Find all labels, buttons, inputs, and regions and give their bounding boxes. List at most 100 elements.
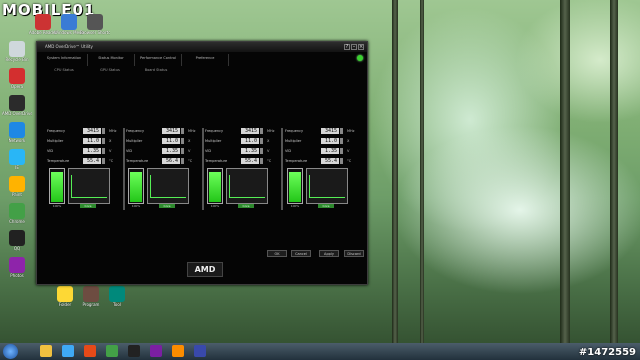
load-meter	[207, 168, 223, 204]
tab-system-information[interactable]: System Information	[41, 54, 88, 66]
taskbar-app-icon[interactable]	[150, 345, 162, 357]
spinner-icon[interactable]	[260, 148, 263, 154]
stat-value[interactable]: 55.4	[241, 158, 259, 164]
taskbar-app-icon[interactable]	[106, 345, 118, 357]
spinner-icon[interactable]	[102, 148, 105, 154]
spinner-icon[interactable]	[181, 148, 184, 154]
stat-value[interactable]: 1.35	[162, 148, 180, 154]
stat-value[interactable]: 11.0	[83, 138, 101, 144]
stat-label: Multiplier	[285, 139, 302, 143]
status-indicator	[357, 55, 363, 61]
tab-performance-control[interactable]: Performance Control	[135, 54, 182, 66]
desktop-icon[interactable]: QQ	[2, 230, 32, 251]
load-meter-fill	[130, 171, 142, 202]
taskbar-app-icon[interactable]	[172, 345, 184, 357]
stat-value[interactable]: 11.0	[162, 138, 180, 144]
desktop-icon[interactable]: AMD OverDrive	[2, 95, 32, 116]
taskbar-app-icon[interactable]	[84, 345, 96, 357]
tab-preference[interactable]: Preference	[182, 54, 229, 66]
stat-label: VID	[47, 149, 54, 153]
desktop-icon[interactable]: Photos	[2, 257, 32, 278]
desktop-icon[interactable]: Tool	[102, 286, 132, 307]
stat-value[interactable]: 56.4	[162, 158, 180, 164]
stat-row: Multiplier 11.0 X	[126, 138, 202, 145]
desktop-icon-label: Chrome	[9, 219, 25, 224]
stat-label: Frequency	[126, 129, 145, 133]
tab-status-monitor[interactable]: Status Monitor	[88, 54, 135, 66]
spinner-icon[interactable]	[340, 158, 343, 164]
taskbar-app-icon[interactable]	[128, 345, 140, 357]
minimize-icon[interactable]: –	[351, 44, 357, 50]
taskbar-app-icon[interactable]	[40, 345, 52, 357]
stat-value[interactable]: 55.4	[321, 158, 339, 164]
taskbar-app-icon[interactable]	[62, 345, 74, 357]
app-icon	[83, 286, 99, 302]
stat-value[interactable]: 11.0	[241, 138, 259, 144]
desktop-icon[interactable]: Opera	[2, 68, 32, 89]
app-icon	[9, 257, 25, 273]
stat-value[interactable]: 55.4	[83, 158, 101, 164]
app-icon	[87, 14, 103, 30]
apply-button[interactable]: Apply	[319, 250, 339, 257]
desktop-icon[interactable]: Browser Shortcut	[80, 14, 110, 35]
subtab-gpu-status[interactable]: GPU Status	[87, 68, 133, 72]
stat-value[interactable]: 1.35	[83, 148, 101, 154]
stat-value[interactable]: 11.0	[321, 138, 339, 144]
spinner-icon[interactable]	[340, 138, 343, 144]
desktop-icon[interactable]: Network	[2, 122, 32, 143]
stat-row: Frequency 3415 MHz	[126, 128, 202, 135]
desktop-icon[interactable]: Paint	[2, 176, 32, 197]
stat-unit: °C	[347, 159, 352, 163]
spinner-icon[interactable]	[340, 128, 343, 134]
desktop-icon-label: Recycle Bin	[5, 57, 29, 62]
stat-value[interactable]: 1.35	[321, 148, 339, 154]
stat-unit: °C	[188, 159, 193, 163]
stat-label: Multiplier	[47, 139, 64, 143]
stat-value[interactable]: 3415	[321, 128, 339, 134]
desktop-icon[interactable]: IE	[2, 149, 32, 170]
stat-unit: V	[347, 149, 350, 153]
spinner-icon[interactable]	[181, 138, 184, 144]
desktop-icon-label: IE	[15, 165, 19, 170]
spinner-icon[interactable]	[102, 138, 105, 144]
spinner-icon[interactable]	[181, 158, 184, 164]
spinner-icon[interactable]	[260, 138, 263, 144]
stat-label: Frequency	[205, 129, 224, 133]
stat-label: Frequency	[285, 129, 304, 133]
taskbar-app-icon[interactable]	[194, 345, 206, 357]
load-meter-fill	[51, 171, 63, 202]
spinner-icon[interactable]	[260, 128, 263, 134]
app-icon	[9, 68, 25, 84]
stat-row: VID 1.35 V	[285, 148, 361, 155]
close-icon[interactable]: ×	[358, 44, 364, 50]
start-button[interactable]	[3, 344, 18, 359]
subtab-cpu-status[interactable]: CPU Status	[41, 68, 87, 72]
desktop-icon-label: QQ	[13, 246, 21, 251]
discard-button[interactable]: Discard	[344, 250, 364, 257]
stat-label: Temperature	[285, 159, 308, 163]
load-percent: 100%	[131, 204, 141, 208]
stat-unit: V	[267, 149, 270, 153]
stat-value[interactable]: 3415	[162, 128, 180, 134]
spinner-icon[interactable]	[181, 128, 184, 134]
stat-label: VID	[205, 149, 212, 153]
stat-value[interactable]: 1.35	[241, 148, 259, 154]
spinner-icon[interactable]	[260, 158, 263, 164]
spinner-icon[interactable]	[102, 128, 105, 134]
cancel-button[interactable]: Cancel	[291, 250, 311, 257]
ok-button[interactable]: OK	[267, 250, 287, 257]
load-percent: 100%	[210, 204, 220, 208]
spinner-icon[interactable]	[340, 148, 343, 154]
window-titlebar[interactable]: AMD OverDrive™ Utility ? – ×	[37, 42, 367, 52]
subtab-board-status[interactable]: Board Status	[133, 68, 179, 72]
stat-value[interactable]: 3415	[241, 128, 259, 134]
desktop-icon-label: Paint	[12, 192, 22, 197]
desktop-icon[interactable]: Recycle Bin	[2, 41, 32, 62]
help-icon[interactable]: ?	[344, 44, 350, 50]
usage-graph	[226, 168, 268, 204]
desktop-icon[interactable]: Chrome	[2, 203, 32, 224]
stat-row: Frequency 3415 MHz	[285, 128, 361, 135]
spinner-icon[interactable]	[102, 158, 105, 164]
stat-label: Temperature	[126, 159, 149, 163]
stat-value[interactable]: 3415	[83, 128, 101, 134]
